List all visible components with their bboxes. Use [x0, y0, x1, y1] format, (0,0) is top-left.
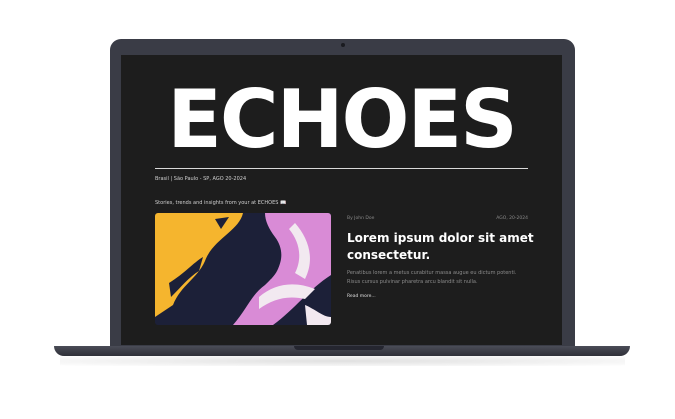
location-date-line: Brasil | São Paulo - SP, AGO 20-2024	[155, 176, 247, 182]
laptop-base-notch	[294, 346, 384, 350]
site-brand-title[interactable]: ECHOES	[121, 73, 562, 167]
site-tagline: Stories, trends and insights from your a…	[155, 200, 287, 206]
laptop-shadow	[60, 356, 625, 366]
article-byline: By John Doe	[347, 216, 375, 221]
webcam-icon	[341, 43, 345, 47]
article-excerpt: Penatibus lorem a metus curabitur massa …	[347, 270, 517, 285]
article-image[interactable]	[155, 213, 331, 325]
header-divider	[155, 168, 528, 169]
read-more-link[interactable]: Read more...	[347, 294, 376, 299]
article-headline[interactable]: Lorem ipsum dolor sit amet consectetur.	[347, 230, 537, 264]
article-date: AGO, 20-2024	[496, 216, 528, 221]
laptop-screen: ECHOES Brasil | São Paulo - SP, AGO 20-2…	[121, 55, 562, 345]
